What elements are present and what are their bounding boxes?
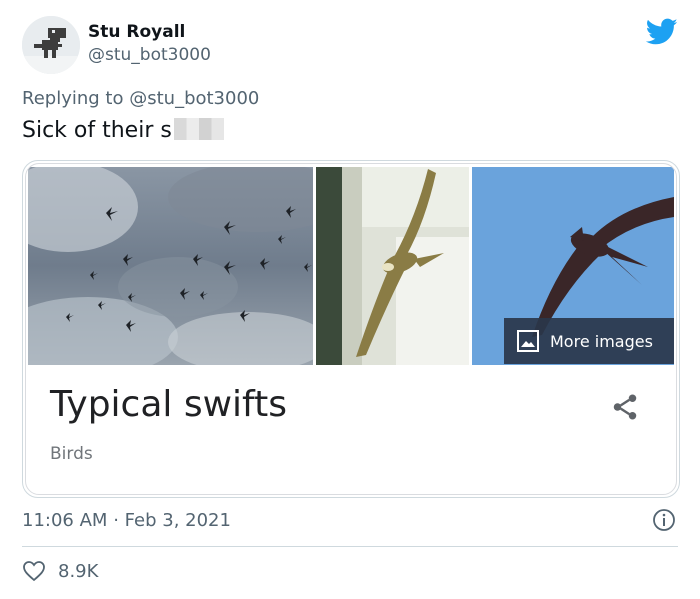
entity-subtitle: Birds [50, 444, 93, 464]
tweet-text-body: Sick of their s [22, 118, 172, 143]
share-icon[interactable] [610, 392, 640, 422]
author-handle[interactable]: @stu_bot3000 [88, 45, 211, 65]
timestamp-separator: · [113, 510, 119, 531]
image-gallery-icon [517, 330, 539, 352]
reply-context: Replying to @stu_bot3000 [22, 88, 259, 109]
like-button[interactable]: 8.9K [22, 560, 98, 582]
reply-mention-link[interactable]: @stu_bot3000 [129, 88, 259, 109]
more-images-button[interactable]: More images [504, 318, 674, 364]
swift-closeup-photo [316, 167, 469, 365]
twitter-bird-icon[interactable] [646, 18, 678, 46]
dino-avatar-icon [22, 16, 80, 74]
divider [22, 546, 678, 547]
heart-icon [23, 561, 45, 582]
embedded-image[interactable]: More images Typical swifts Birds [22, 160, 680, 498]
swift-flock-photo [28, 167, 313, 365]
author-name[interactable]: Stu Royall [88, 22, 185, 42]
tweet-time: 11:06 AM [22, 510, 108, 531]
censor-blur [173, 118, 224, 140]
more-images-label: More images [550, 331, 653, 351]
info-icon[interactable] [652, 508, 676, 532]
tweet-timestamp[interactable]: 11:06 AM · Feb 3, 2021 [22, 510, 231, 531]
avatar[interactable] [22, 16, 80, 74]
like-count: 8.9K [58, 560, 99, 582]
reply-prefix: Replying to [22, 88, 124, 109]
tweet-date: Feb 3, 2021 [124, 510, 231, 531]
knowledge-card: More images Typical swifts Birds [25, 163, 677, 495]
tweet-text: Sick of their s [22, 118, 224, 143]
entity-title: Typical swifts [50, 384, 287, 425]
